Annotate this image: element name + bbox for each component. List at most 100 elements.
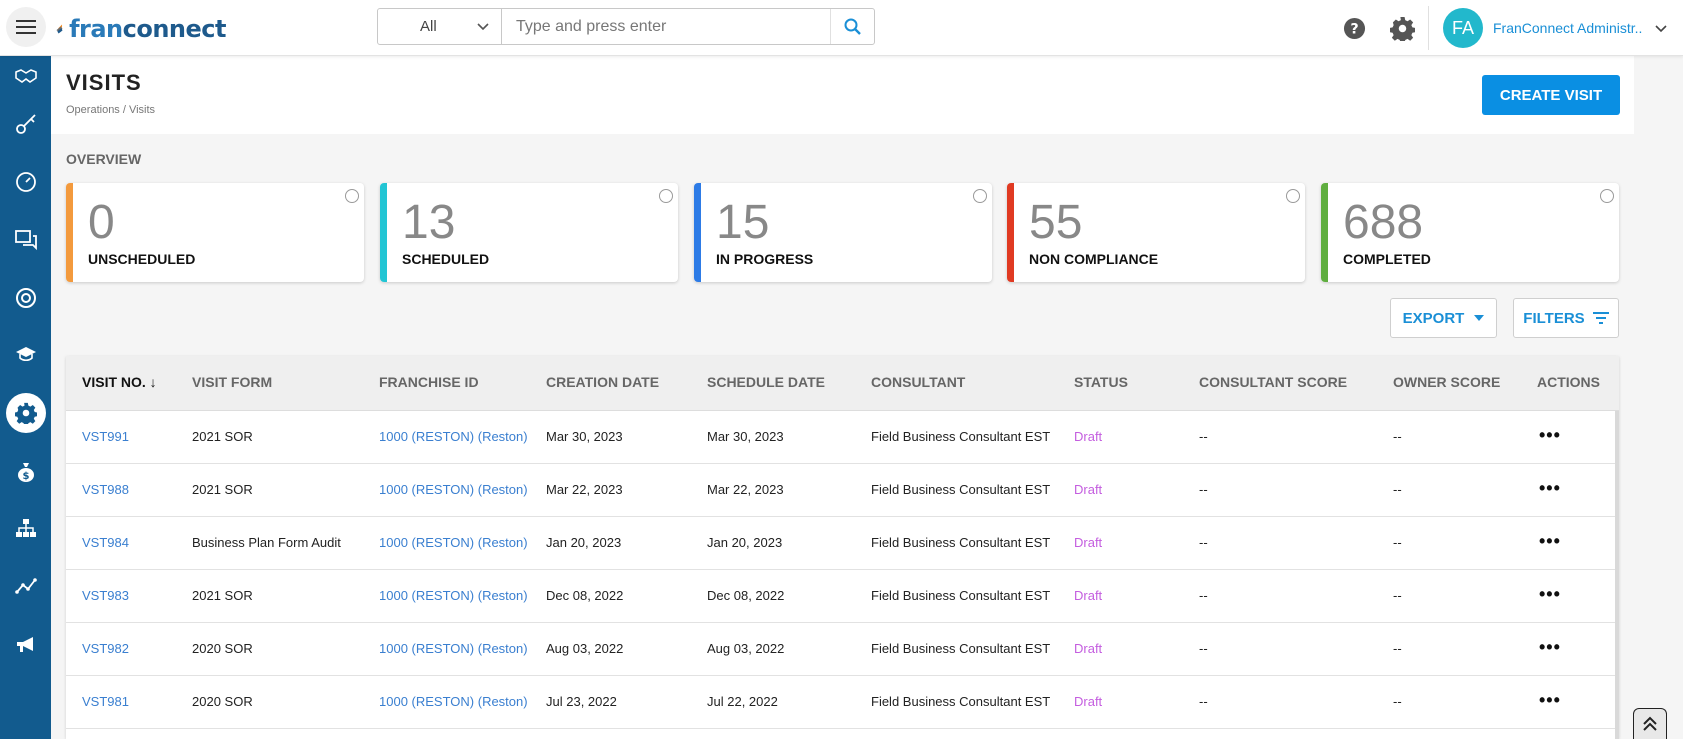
franchise-id-link[interactable]: 1000 (RESTON) (Reston) bbox=[379, 482, 528, 497]
card-radio[interactable] bbox=[345, 189, 359, 203]
consultant: Field Business Consultant EST bbox=[871, 482, 1051, 497]
more-actions-icon[interactable]: ••• bbox=[1539, 478, 1561, 499]
consultant-score: -- bbox=[1199, 641, 1208, 656]
key-icon[interactable] bbox=[0, 104, 51, 144]
global-search: All bbox=[377, 8, 875, 45]
owner-score: -- bbox=[1393, 641, 1402, 656]
avatar[interactable]: FA bbox=[1443, 8, 1483, 48]
chevron-down-icon[interactable] bbox=[1655, 25, 1667, 33]
visit-form: 2020 SOR bbox=[192, 694, 253, 709]
column-header-visit-no[interactable]: VISIT NO. ↓ bbox=[82, 374, 157, 390]
franchise-id-link[interactable]: 1000 (RESTON) (Reston) bbox=[379, 535, 528, 550]
create-visit-button[interactable]: CREATE VISIT bbox=[1482, 75, 1620, 115]
filters-button[interactable]: FILTERS bbox=[1513, 298, 1619, 338]
creation-date: Dec 08, 2022 bbox=[546, 588, 624, 603]
consultant: Field Business Consultant EST bbox=[871, 641, 1051, 656]
column-header-consultant[interactable]: CONSULTANT bbox=[871, 374, 965, 390]
column-header-actions: ACTIONS bbox=[1537, 374, 1600, 390]
user-name[interactable]: FranConnect Administr... bbox=[1493, 20, 1643, 36]
visit-no-link[interactable]: VST991 bbox=[82, 429, 129, 444]
franconnect-logo[interactable]: franconnect bbox=[56, 6, 227, 52]
card-color-stripe bbox=[1321, 183, 1328, 282]
summary-card-in-progress[interactable]: 15 IN PROGRESS bbox=[694, 183, 992, 282]
search-input[interactable] bbox=[502, 9, 830, 44]
card-label: UNSCHEDULED bbox=[88, 251, 196, 267]
graduation-cap-icon[interactable] bbox=[0, 334, 51, 374]
top-header: franconnect All ? FA FranConnect Adminis… bbox=[0, 0, 1683, 56]
more-actions-icon[interactable]: ••• bbox=[1539, 584, 1561, 605]
svg-text:$: $ bbox=[22, 471, 29, 482]
nav-item-active[interactable] bbox=[0, 393, 51, 433]
status-badge: Draft bbox=[1074, 535, 1103, 550]
export-label: EXPORT bbox=[1402, 309, 1465, 327]
handshake-icon[interactable] bbox=[0, 56, 51, 96]
schedule-date: Dec 08, 2022 bbox=[707, 588, 785, 603]
card-value: 15 bbox=[716, 196, 770, 249]
export-button[interactable]: EXPORT bbox=[1390, 298, 1497, 338]
chat-icon[interactable] bbox=[0, 220, 51, 260]
summary-card-scheduled[interactable]: 13 SCHEDULED bbox=[380, 183, 678, 282]
schedule-date: Mar 30, 2023 bbox=[707, 429, 784, 444]
org-chart-icon[interactable] bbox=[0, 508, 51, 548]
card-radio[interactable] bbox=[659, 189, 673, 203]
column-header-status[interactable]: STATUS bbox=[1074, 374, 1128, 390]
schedule-date: Jul 22, 2022 bbox=[707, 694, 778, 709]
more-actions-icon[interactable]: ••• bbox=[1539, 531, 1561, 552]
menu-icon[interactable] bbox=[6, 7, 46, 47]
franchise-id-link[interactable]: 1000 (RESTON) (Reston) bbox=[379, 588, 528, 603]
card-radio[interactable] bbox=[973, 189, 987, 203]
column-header-owner-score[interactable]: OWNER SCORE bbox=[1393, 374, 1500, 390]
gauge-icon[interactable] bbox=[0, 162, 51, 202]
megaphone-icon[interactable] bbox=[0, 625, 51, 665]
scroll-to-top-button[interactable] bbox=[1633, 708, 1667, 739]
more-actions-icon[interactable]: ••• bbox=[1539, 637, 1561, 658]
franchise-id-link[interactable]: 1000 (RESTON) (Reston) bbox=[379, 694, 528, 709]
more-actions-icon[interactable]: ••• bbox=[1539, 425, 1561, 446]
visit-no-link[interactable]: VST988 bbox=[82, 482, 129, 497]
help-icon[interactable]: ? bbox=[1343, 17, 1366, 40]
visit-no-link[interactable]: VST982 bbox=[82, 641, 129, 656]
creation-date: Aug 03, 2022 bbox=[546, 641, 624, 656]
consultant: Field Business Consultant EST bbox=[871, 429, 1051, 444]
more-actions-icon[interactable]: ••• bbox=[1539, 690, 1561, 711]
table-scrollbar[interactable] bbox=[1615, 411, 1619, 739]
column-header-franchise-id[interactable]: FRANCHISE ID bbox=[379, 374, 479, 390]
card-value: 688 bbox=[1343, 196, 1424, 249]
card-radio[interactable] bbox=[1286, 189, 1300, 203]
settings-gear-icon[interactable] bbox=[1390, 16, 1415, 41]
column-header-schedule-date[interactable]: SCHEDULE DATE bbox=[707, 374, 825, 390]
visit-no-link[interactable]: VST984 bbox=[82, 535, 129, 550]
breadcrumb[interactable]: Operations / Visits bbox=[66, 104, 155, 116]
owner-score: -- bbox=[1393, 535, 1402, 550]
caret-down-icon bbox=[1474, 315, 1485, 321]
status-badge: Draft bbox=[1074, 588, 1103, 603]
owner-score: -- bbox=[1393, 482, 1402, 497]
summary-card-completed[interactable]: 688 COMPLETED bbox=[1321, 183, 1619, 282]
franchise-id-link[interactable]: 1000 (RESTON) (Reston) bbox=[379, 641, 528, 656]
trend-line-icon[interactable] bbox=[0, 566, 51, 606]
franchise-id-link[interactable]: 1000 (RESTON) (Reston) bbox=[379, 429, 528, 444]
search-icon bbox=[844, 18, 861, 35]
card-radio[interactable] bbox=[1600, 189, 1614, 203]
visit-no-link[interactable]: VST981 bbox=[82, 694, 129, 709]
money-bag-icon[interactable]: $ bbox=[0, 452, 51, 492]
creation-date: Jan 20, 2023 bbox=[546, 535, 622, 550]
search-scope-select[interactable]: All bbox=[378, 9, 502, 44]
column-header-consultant-score[interactable]: CONSULTANT SCORE bbox=[1199, 374, 1347, 390]
visit-no-link[interactable]: VST983 bbox=[82, 588, 129, 603]
card-label: NON COMPLIANCE bbox=[1029, 251, 1159, 267]
summary-card-non-compliance[interactable]: 55 NON COMPLIANCE bbox=[1007, 183, 1305, 282]
search-button[interactable] bbox=[830, 9, 874, 44]
column-header-visit-form[interactable]: VISIT FORM bbox=[192, 374, 272, 390]
visit-form: 2021 SOR bbox=[192, 588, 253, 603]
card-color-stripe bbox=[1007, 183, 1014, 282]
svg-text:?: ? bbox=[1350, 21, 1358, 37]
column-header-creation-date[interactable]: CREATION DATE bbox=[546, 374, 659, 390]
lifebuoy-icon[interactable] bbox=[0, 278, 51, 318]
table-row: VST984 Business Plan Form Audit 1000 (RE… bbox=[66, 517, 1616, 570]
table-row: VST991 2021 SOR 1000 (RESTON) (Reston) M… bbox=[66, 411, 1616, 464]
filters-label: FILTERS bbox=[1523, 309, 1585, 327]
summary-card-unscheduled[interactable]: 0 UNSCHEDULED bbox=[66, 183, 364, 282]
visit-form: 2021 SOR bbox=[192, 429, 253, 444]
schedule-date: Aug 03, 2022 bbox=[707, 641, 785, 656]
